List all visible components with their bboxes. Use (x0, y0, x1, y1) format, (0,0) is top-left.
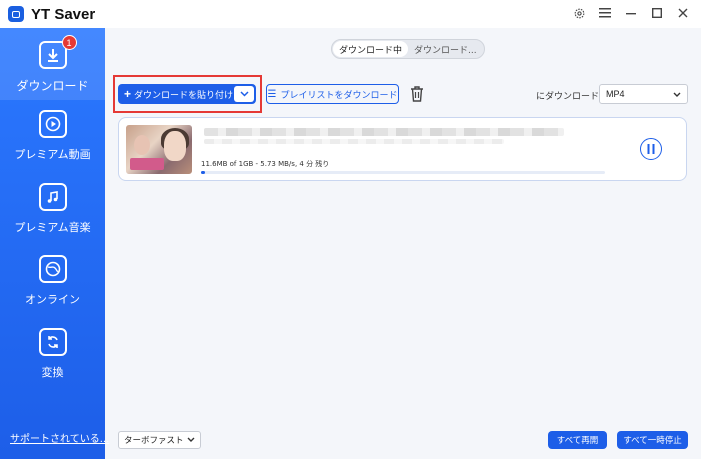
progress-text: 11.6MB of 1GB - 5.73 MB/s, 4 分 残り (201, 160, 330, 168)
minimize-icon[interactable] (623, 5, 639, 21)
download-icon: 1 (38, 35, 77, 69)
sidebar-item-premium-video[interactable]: プレミアム動画 (0, 110, 105, 170)
video-title-blurred-2 (204, 139, 504, 144)
sidebar-item-online[interactable]: オンライン (0, 255, 105, 315)
app-title: YT Saver (31, 5, 96, 23)
plus-icon: + (124, 87, 132, 101)
menu-icon[interactable] (597, 5, 613, 21)
close-icon[interactable] (675, 5, 691, 21)
progress-bar (201, 171, 605, 174)
trash-icon[interactable] (409, 85, 425, 103)
chevron-down-icon[interactable] (234, 86, 254, 102)
download-item: 11.6MB of 1GB - 5.73 MB/s, 4 分 残り (118, 117, 687, 181)
sidebar-item-premium-music[interactable]: プレミアム音楽 (0, 183, 105, 243)
sidebar: 1 ダウンロード プレミアム動画 プレミアム音楽 オンライン 変換 サポートされ… (0, 28, 109, 459)
tab-downloading[interactable]: ダウンロード中 (333, 41, 409, 57)
window-controls (571, 5, 691, 21)
convert-icon (38, 328, 67, 356)
format-select[interactable]: MP4 (599, 84, 688, 104)
list-icon: ☰ (267, 88, 277, 100)
title-bar: YT Saver (0, 0, 701, 28)
sidebar-item-label: ダウンロード (16, 79, 89, 93)
sidebar-item-label: オンライン (25, 293, 80, 306)
sidebar-item-label: 変換 (41, 366, 64, 379)
sidebar-item-download[interactable]: 1 ダウンロード (0, 28, 105, 100)
notification-badge: 1 (61, 35, 77, 50)
video-title-blurred (204, 128, 564, 136)
speed-mode-select[interactable]: ターボファスト (118, 431, 201, 449)
support-link[interactable]: サポートされている... (10, 430, 109, 445)
video-thumbnail (126, 125, 192, 174)
maximize-icon[interactable] (649, 5, 665, 21)
paste-main[interactable]: + ダウンロードを貼り付け (118, 87, 234, 101)
paste-download-button[interactable]: + ダウンロードを貼り付け (118, 84, 256, 104)
format-value: MP4 (606, 89, 625, 99)
chevron-down-icon (673, 89, 681, 99)
resume-all-button[interactable]: すべて再開 (548, 431, 607, 449)
chevron-down-icon (187, 435, 195, 445)
pause-icon[interactable] (640, 138, 662, 160)
sidebar-item-label: プレミアム動画 (14, 148, 91, 161)
progress-fill (201, 171, 206, 174)
sidebar-item-label: プレミアム音楽 (14, 221, 91, 234)
pause-all-button[interactable]: すべて一時停止 (617, 431, 688, 449)
playlist-download-button[interactable]: ☰ プレイリストをダウンロード (266, 84, 399, 104)
music-icon (38, 183, 67, 211)
paste-label: ダウンロードを貼り付け (134, 90, 234, 101)
format-prefix-label: にダウンロード (536, 92, 600, 102)
speed-mode-value: ターボファスト (124, 436, 184, 446)
play-icon (38, 110, 67, 138)
gear-icon[interactable] (571, 5, 587, 21)
sidebar-item-convert[interactable]: 変換 (0, 328, 105, 388)
download-tabs: ダウンロード中 ダウンロード... (331, 39, 485, 59)
playlist-label: プレイリストをダウンロード (280, 90, 398, 101)
tab-downloaded[interactable]: ダウンロード... (408, 41, 483, 57)
app-logo-icon (8, 6, 24, 22)
globe-icon (38, 255, 67, 283)
